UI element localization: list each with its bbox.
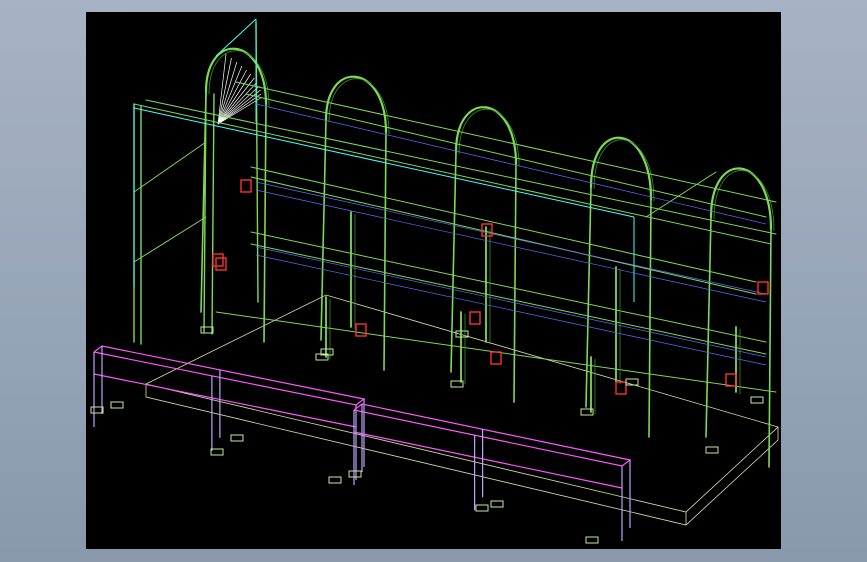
brace — [133, 216, 207, 263]
foot-plate — [230, 434, 244, 442]
end-post — [211, 93, 215, 335]
foot-plate — [110, 401, 124, 409]
fan-line — [217, 89, 261, 125]
purlin — [133, 103, 772, 245]
fan-line — [217, 85, 260, 125]
greenhouse-frame — [133, 21, 777, 468]
connector-clamp — [490, 351, 502, 365]
foot-plate — [475, 504, 489, 512]
post — [450, 151, 457, 373]
fan-line — [217, 81, 258, 125]
glass-edges — [133, 18, 635, 302]
brace — [645, 171, 717, 218]
arch-rafter-inner — [713, 170, 775, 232]
purlin — [250, 231, 767, 343]
arch-rafter-inner — [458, 108, 520, 167]
foot-plate — [705, 446, 719, 454]
foot-plate — [90, 406, 104, 414]
connector-clamp — [725, 373, 737, 387]
connector-clamp — [240, 179, 252, 193]
foot-plate — [750, 396, 764, 404]
post — [768, 228, 772, 468]
foot-plate — [328, 476, 342, 484]
connector-clamp — [215, 257, 227, 271]
post — [705, 216, 712, 438]
connector-clamp — [212, 253, 224, 267]
arch-rafter-inner — [593, 139, 655, 202]
purlin — [235, 81, 777, 203]
door-fan-lines — [217, 53, 262, 125]
end-post — [203, 91, 207, 333]
brace — [133, 141, 207, 193]
foot-plate — [348, 470, 362, 478]
connector-clamp — [469, 311, 481, 325]
bench-rail — [93, 373, 357, 428]
wire — [255, 246, 767, 358]
cad-viewport[interactable] — [86, 12, 781, 549]
foot-plate — [210, 448, 224, 456]
purlin — [250, 243, 767, 355]
foot-plate — [490, 500, 504, 508]
wire — [255, 189, 767, 303]
post — [383, 131, 387, 371]
post — [648, 198, 652, 438]
work-benches — [93, 345, 632, 541]
base-slab — [144, 294, 779, 526]
wireframe-model — [90, 18, 779, 544]
post — [263, 103, 267, 343]
post — [513, 163, 517, 403]
bench-top — [353, 403, 632, 467]
connector-clamp — [355, 323, 367, 337]
foot-plate — [585, 536, 599, 544]
purlin — [145, 99, 777, 235]
bench-rail — [353, 431, 623, 489]
bench — [353, 403, 632, 541]
connectors — [212, 179, 769, 395]
connector-clamp — [481, 223, 493, 237]
connector-clamp — [615, 381, 627, 395]
wire — [255, 103, 767, 225]
foot-plate — [200, 326, 214, 334]
fan-line — [217, 61, 238, 125]
bench — [93, 345, 366, 480]
foot-plates — [90, 326, 764, 544]
connector-clamp — [757, 281, 769, 295]
